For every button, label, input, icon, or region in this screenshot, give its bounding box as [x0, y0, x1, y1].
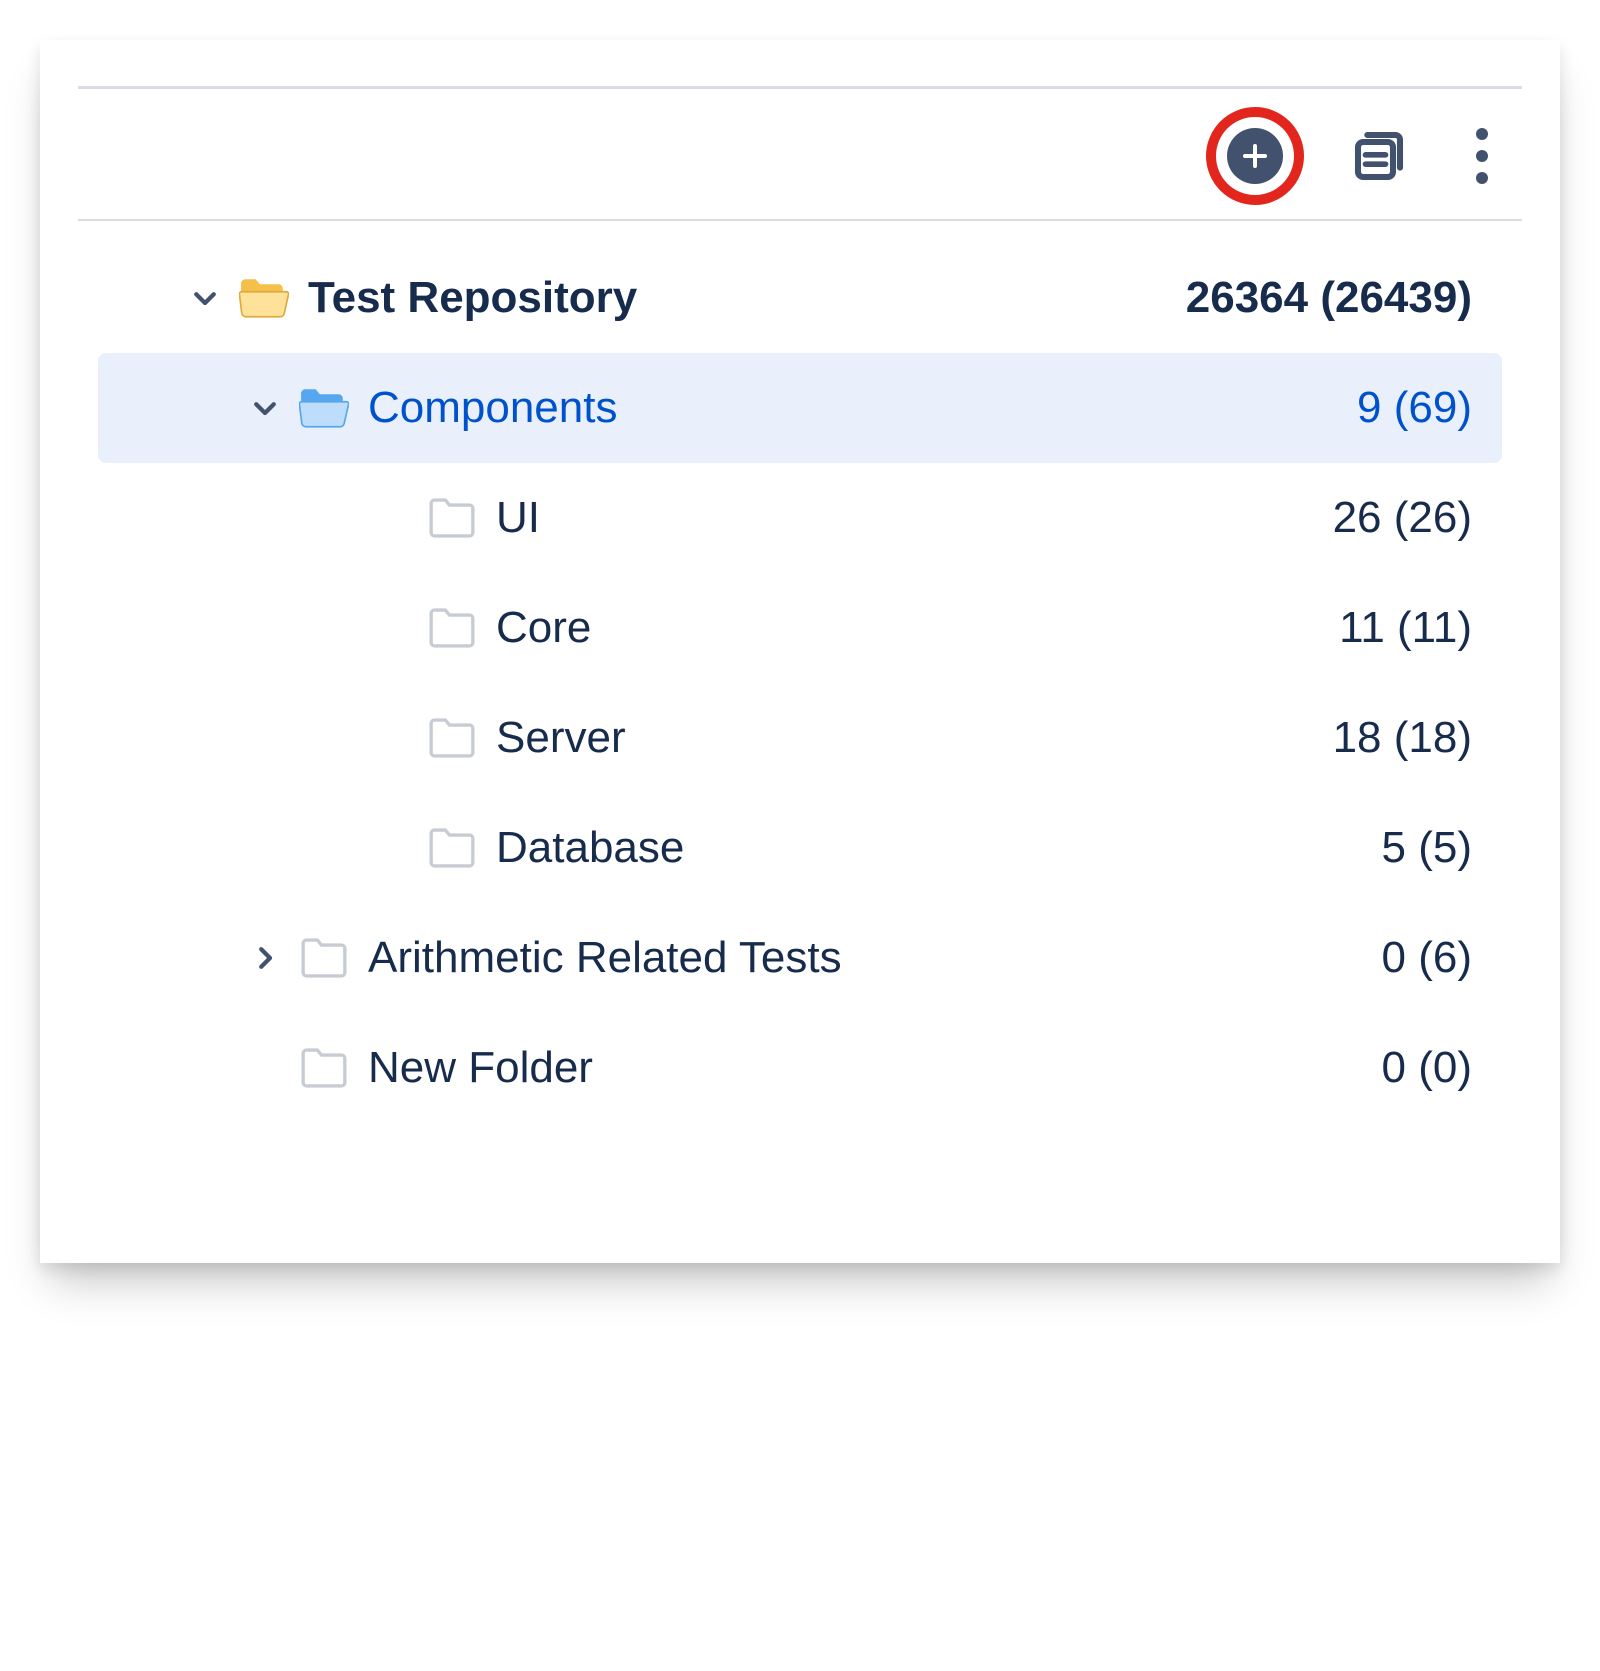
folder-label[interactable]: Server: [496, 713, 1317, 763]
tree-row-arithmetic[interactable]: Arithmetic Related Tests 0 (6): [98, 903, 1502, 1013]
folder-label[interactable]: Components: [368, 383, 1341, 433]
folder-label[interactable]: New Folder: [368, 1043, 1366, 1093]
chevron-down-icon: [190, 283, 220, 313]
test-repository-panel: Test Repository 26364 (26439) Components…: [40, 40, 1560, 1263]
more-options-button[interactable]: [1454, 128, 1510, 184]
folder-label[interactable]: UI: [496, 493, 1317, 543]
folder-count: 11 (11): [1323, 603, 1472, 653]
dot-icon: [1476, 128, 1488, 140]
folder-icon: [294, 1047, 354, 1089]
expand-toggle[interactable]: [236, 943, 294, 973]
chevron-right-icon: [250, 943, 280, 973]
folder-label[interactable]: Core: [496, 603, 1323, 653]
tree-row-components[interactable]: Components 9 (69): [98, 353, 1502, 463]
folder-open-icon: [234, 277, 294, 319]
dot-icon: [1476, 150, 1488, 162]
dot-icon: [1476, 172, 1488, 184]
tree-row-database[interactable]: Database 5 (5): [98, 793, 1502, 903]
folder-label[interactable]: Test Repository: [308, 273, 1170, 323]
folder-icon: [422, 607, 482, 649]
folder-count: 0 (0): [1366, 1043, 1472, 1093]
expand-collapse-button[interactable]: [1340, 117, 1418, 195]
folder-count: 9 (69): [1341, 383, 1472, 433]
add-button-highlight: [1206, 107, 1304, 205]
folder-icon: [422, 497, 482, 539]
folder-count: 0 (6): [1366, 933, 1472, 983]
tree-row-root[interactable]: Test Repository 26364 (26439): [98, 243, 1502, 353]
expand-collapse-icon: [1351, 128, 1407, 184]
folder-count: 26 (26): [1317, 493, 1472, 543]
folder-icon: [422, 717, 482, 759]
folder-count: 18 (18): [1317, 713, 1472, 763]
folder-open-icon: [294, 387, 354, 429]
expand-toggle[interactable]: [236, 393, 294, 423]
folder-tree: Test Repository 26364 (26439) Components…: [78, 221, 1522, 1123]
tree-row-server[interactable]: Server 18 (18): [98, 683, 1502, 793]
highlight-ring-icon: [1206, 107, 1304, 205]
folder-count: 5 (5): [1366, 823, 1472, 873]
tree-row-core[interactable]: Core 11 (11): [98, 573, 1502, 683]
folder-count: 26364 (26439): [1170, 273, 1472, 323]
folder-label[interactable]: Database: [496, 823, 1366, 873]
tree-row-new-folder[interactable]: New Folder 0 (0): [98, 1013, 1502, 1123]
folder-icon: [422, 827, 482, 869]
toolbar: [78, 89, 1522, 219]
folder-label[interactable]: Arithmetic Related Tests: [368, 933, 1366, 983]
tree-row-ui[interactable]: UI 26 (26): [98, 463, 1502, 573]
chevron-down-icon: [250, 393, 280, 423]
folder-icon: [294, 937, 354, 979]
expand-toggle[interactable]: [176, 283, 234, 313]
